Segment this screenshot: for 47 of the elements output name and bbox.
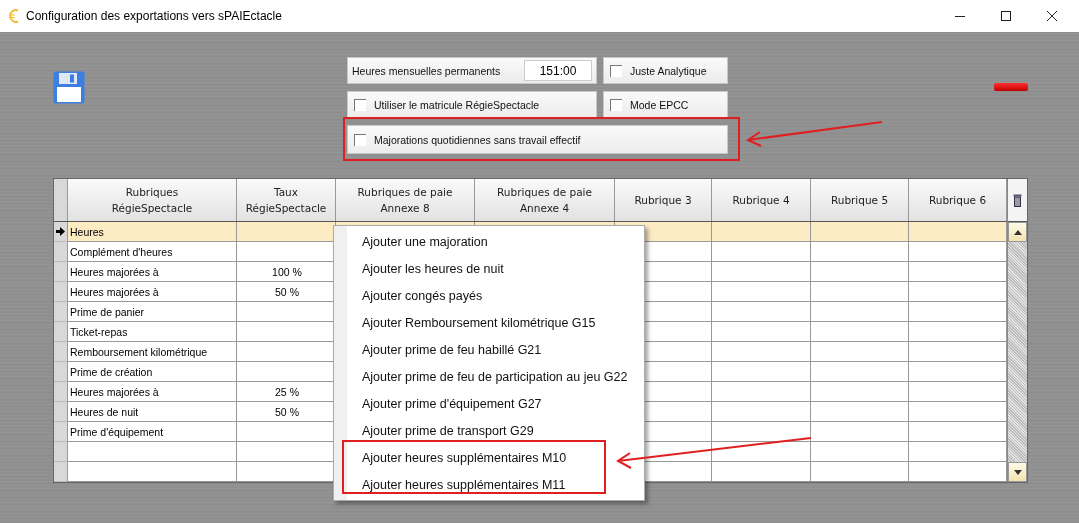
column-header[interactable]: Rubrique 5: [811, 179, 909, 221]
table-cell: Prime d'équipement: [68, 422, 237, 442]
column-header[interactable]: Rubriques RégieSpectacle: [68, 179, 237, 221]
row-pointer-icon: [56, 227, 65, 236]
close-icon: [1046, 10, 1058, 22]
menu-item[interactable]: Ajouter prime de feu habillé G21: [334, 336, 644, 363]
euro-icon: [8, 8, 20, 24]
table-cell: Prime de panier: [68, 302, 237, 322]
status-indicator: [994, 83, 1028, 91]
menu-item[interactable]: Ajouter prime de feu de participation au jeu G22: [334, 363, 644, 390]
checkbox[interactable]: Majorations quotidiennes sans travail effectif: [347, 125, 728, 154]
row-header[interactable]: [54, 222, 68, 242]
checkbox[interactable]: Mode EPCC: [603, 91, 728, 118]
column-header[interactable]: Rubrique 3: [615, 179, 712, 221]
menu-item[interactable]: Ajouter prime d'équipement G27: [334, 390, 644, 417]
table-cell: Remboursement kilométrique: [68, 342, 237, 362]
table-cell: Heures majorées à: [68, 282, 237, 302]
table-cell: Complément d'heures: [68, 242, 237, 262]
window-title: Configuration des exportations vers sPAIEctacle: [26, 9, 282, 23]
menu-item[interactable]: Ajouter heures supplémentaires M11: [334, 471, 644, 498]
hours-label: Heures mensuelles permanents: [352, 64, 501, 77]
menu-item[interactable]: Ajouter prime de transport G29: [334, 417, 644, 444]
hours-field[interactable]: 151:00: [524, 60, 592, 81]
menu-item[interactable]: Ajouter les heures de nuit: [334, 255, 644, 282]
save-icon[interactable]: [53, 71, 85, 104]
table-cell: Heures majorées à: [68, 382, 237, 402]
column-header[interactable]: Taux RégieSpectacle: [237, 179, 336, 221]
column-header[interactable]: Rubriques de paie Annexe 4: [475, 179, 615, 221]
menu-item[interactable]: Ajouter Remboursement kilométrique G15: [334, 309, 644, 336]
down-arrow-icon: [1013, 469, 1022, 475]
table-cell: Heures: [68, 222, 237, 242]
column-header[interactable]: Rubriques de paie Annexe 8: [336, 179, 475, 221]
table-cell: Ticket-repas: [68, 322, 237, 342]
checkbox[interactable]: Utiliser le matricule RégieSpectacle: [347, 91, 597, 118]
column-header[interactable]: Rubrique 4: [712, 179, 811, 221]
scroll-down-button[interactable]: [1008, 462, 1027, 482]
table-cell: Heures majorées à: [68, 262, 237, 282]
menu-item[interactable]: Ajouter congés payés: [334, 282, 644, 309]
menu-item[interactable]: Ajouter heures supplémentaires M10: [334, 444, 644, 471]
scroll-up-button[interactable]: [1008, 222, 1027, 242]
menu-item[interactable]: Ajouter une majoration: [334, 228, 644, 255]
trash-icon[interactable]: [1013, 193, 1022, 207]
table-cell: Heures de nuit: [68, 402, 237, 422]
up-arrow-icon: [1013, 229, 1022, 235]
maximize-icon: [1000, 10, 1012, 22]
checkbox[interactable]: Juste Analytique: [603, 57, 728, 84]
table-cell: Prime de création: [68, 362, 237, 382]
